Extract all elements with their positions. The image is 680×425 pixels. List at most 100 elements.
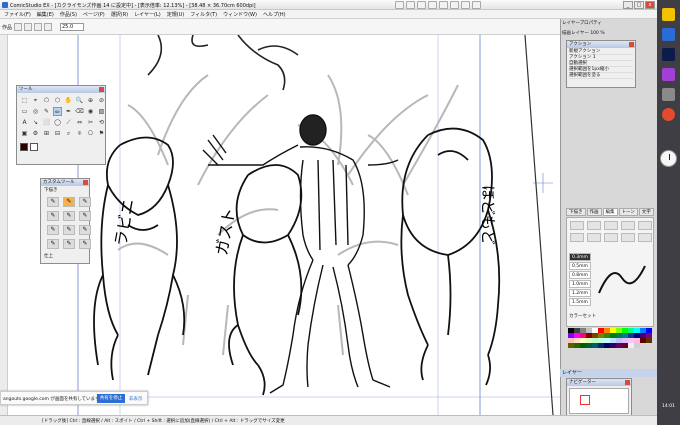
tool-icon[interactable]: ⎔ bbox=[86, 129, 95, 138]
close-icon[interactable] bbox=[629, 42, 634, 47]
tool-icon[interactable]: ⇔ bbox=[75, 118, 84, 127]
ie-icon[interactable] bbox=[662, 28, 675, 41]
menu-item[interactable]: 選択(R) bbox=[111, 11, 128, 18]
panel-tab[interactable]: 編集 bbox=[602, 208, 618, 216]
custom-tool-icon[interactable]: ✎ bbox=[47, 225, 59, 235]
undo-icon[interactable] bbox=[417, 1, 426, 9]
menu-item[interactable]: ヘルプ(H) bbox=[263, 11, 286, 18]
tool-icon[interactable]: ⌾ bbox=[75, 129, 84, 138]
tool-icon[interactable]: ⟋ bbox=[64, 118, 73, 127]
tool-icon[interactable]: ⟲ bbox=[97, 118, 106, 127]
tool-icon[interactable]: A bbox=[20, 118, 29, 127]
custom-tool-icon[interactable]: ✎ bbox=[47, 197, 59, 207]
brush-icon[interactable] bbox=[621, 233, 635, 242]
tool-icon[interactable]: ▭ bbox=[20, 107, 29, 116]
palette-swatch[interactable] bbox=[646, 338, 652, 343]
chrome-icon[interactable] bbox=[662, 108, 675, 121]
custom-tool-icon[interactable]: ✎ bbox=[47, 211, 59, 221]
comicstudio-icon[interactable] bbox=[662, 88, 675, 101]
tool-icon[interactable]: ⌖ bbox=[31, 96, 40, 105]
navigator-preview[interactable] bbox=[569, 388, 629, 414]
custom-tool-icon[interactable]: ✎ bbox=[47, 239, 59, 249]
menu-item[interactable]: 編集(E) bbox=[37, 11, 54, 18]
marker-icon[interactable] bbox=[604, 233, 618, 242]
hand-icon[interactable] bbox=[14, 23, 22, 31]
marker-icon[interactable] bbox=[604, 221, 618, 230]
tool-icon[interactable]: ✏ bbox=[53, 107, 62, 116]
panel-tab[interactable]: トーン bbox=[618, 208, 638, 216]
brush-size-item[interactable]: 0.8mm bbox=[569, 271, 591, 279]
main-color-swatch[interactable] bbox=[20, 143, 28, 151]
brush-size-item[interactable]: 1.0mm bbox=[569, 280, 591, 288]
pen-icon[interactable] bbox=[570, 221, 584, 230]
hide-link[interactable]: 非表示 bbox=[129, 396, 143, 402]
brush-size-item[interactable]: 1.5mm bbox=[569, 298, 591, 306]
menu-item[interactable]: ファイル(F) bbox=[4, 11, 31, 18]
custom-tool-icon[interactable]: ✎ bbox=[63, 225, 75, 235]
maximize-button[interactable]: □ bbox=[634, 1, 644, 9]
tool-icon[interactable]: ◎ bbox=[31, 107, 40, 116]
brush-size-item[interactable]: 0.5mm bbox=[569, 262, 591, 270]
tool-icon[interactable]: ⬠ bbox=[42, 96, 51, 105]
close-icon[interactable] bbox=[99, 87, 104, 92]
new-file-icon[interactable] bbox=[395, 1, 404, 9]
navigator-view-rect[interactable] bbox=[580, 395, 590, 405]
custom-tool-icon[interactable]: ✎ bbox=[79, 197, 91, 207]
custom-tool-tab[interactable]: 下描き bbox=[41, 186, 89, 194]
tool-icon[interactable]: ⚑ bbox=[97, 129, 106, 138]
tool-icon[interactable]: ⬜ bbox=[42, 118, 51, 127]
ink-icon[interactable] bbox=[638, 221, 652, 230]
tool-icon[interactable]: ⊟ bbox=[53, 129, 62, 138]
custom-tool-icon[interactable]: ✎ bbox=[63, 211, 75, 221]
close-button[interactable]: x bbox=[645, 1, 655, 9]
zoom-in-icon[interactable] bbox=[439, 1, 448, 9]
brush-size-item[interactable]: 1.2mm bbox=[569, 289, 591, 297]
fit-icon[interactable] bbox=[34, 23, 42, 31]
menu-item[interactable]: フィルタ(T) bbox=[190, 11, 217, 18]
menu-item[interactable]: 作品(S) bbox=[60, 11, 77, 18]
palette-swatch[interactable] bbox=[634, 343, 640, 348]
menu-item[interactable]: ページ(P) bbox=[83, 11, 105, 18]
tool-icon[interactable]: ⬚ bbox=[20, 96, 29, 105]
custom-tool-icon[interactable]: ✎ bbox=[63, 197, 75, 207]
custom-tool-icon[interactable]: ✎ bbox=[79, 225, 91, 235]
tool-icon[interactable]: ◯ bbox=[53, 118, 62, 127]
tool-icon[interactable]: ⊘ bbox=[97, 96, 106, 105]
tool-icon[interactable]: ✒ bbox=[64, 107, 73, 116]
pencil-icon[interactable] bbox=[587, 221, 601, 230]
custom-tool-icon[interactable]: ✎ bbox=[63, 239, 75, 249]
tool-icon[interactable]: ✋ bbox=[64, 96, 73, 105]
tool-icon[interactable]: ↘ bbox=[31, 118, 40, 127]
tool-icon[interactable]: ⌫ bbox=[75, 107, 84, 116]
tool-icon[interactable]: ▧ bbox=[97, 107, 106, 116]
ink-icon[interactable] bbox=[638, 233, 652, 242]
flip-icon[interactable] bbox=[44, 23, 52, 31]
pen-icon[interactable] bbox=[570, 233, 584, 242]
tool-icon[interactable]: ⌕ bbox=[64, 129, 73, 138]
close-icon[interactable] bbox=[83, 180, 88, 185]
close-icon[interactable] bbox=[625, 380, 630, 385]
tool-icon[interactable]: ◉ bbox=[86, 107, 95, 116]
tool-icon[interactable]: ⊕ bbox=[86, 96, 95, 105]
grid-icon[interactable] bbox=[472, 1, 481, 9]
custom-tool-icon[interactable]: ✎ bbox=[79, 211, 91, 221]
tool-icon[interactable]: ▣ bbox=[20, 129, 29, 138]
save-icon[interactable] bbox=[406, 1, 415, 9]
menu-item[interactable]: レイヤー(L) bbox=[134, 11, 161, 18]
tool-icon[interactable]: 🔍 bbox=[75, 96, 84, 105]
sub-color-swatch[interactable] bbox=[30, 143, 38, 151]
stop-sharing-button[interactable]: 共有を停止 bbox=[97, 394, 125, 403]
minimize-button[interactable]: _ bbox=[623, 1, 633, 9]
redo-icon[interactable] bbox=[428, 1, 437, 9]
app-icon[interactable] bbox=[662, 68, 675, 81]
tool-icon[interactable]: ✎ bbox=[42, 107, 51, 116]
menu-item[interactable]: ウィンドウ(W) bbox=[223, 11, 257, 18]
folder-icon[interactable] bbox=[662, 8, 675, 21]
zoom-out-icon[interactable] bbox=[450, 1, 459, 9]
panel-tab[interactable]: 下描き bbox=[566, 208, 586, 216]
pencil-icon[interactable] bbox=[587, 233, 601, 242]
photoshop-icon[interactable] bbox=[662, 48, 675, 61]
rotate-icon[interactable] bbox=[461, 1, 470, 9]
panel-tab[interactable]: 文字 bbox=[638, 208, 654, 216]
magnify-icon[interactable] bbox=[24, 23, 32, 31]
